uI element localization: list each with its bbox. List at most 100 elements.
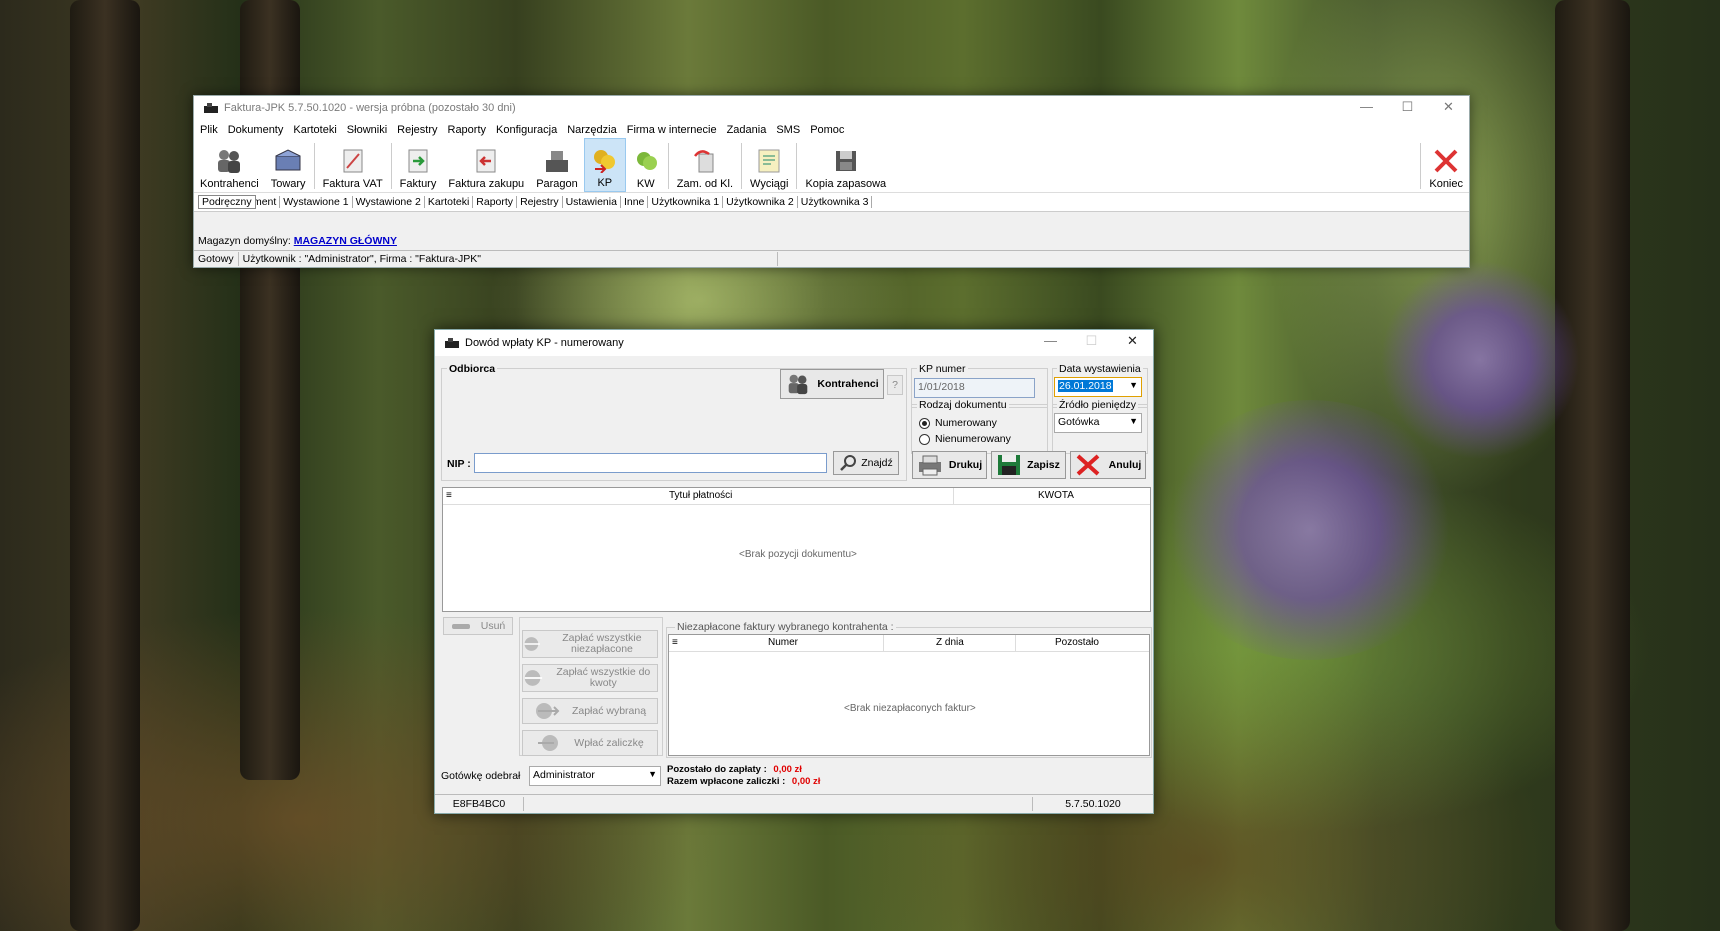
kw-toolbar-button[interactable]: KW: [626, 140, 666, 192]
menu-dokumenty[interactable]: Dokumenty: [228, 124, 284, 136]
col-pozostalo[interactable]: Pozostało: [1055, 637, 1099, 648]
box-icon: [275, 149, 301, 171]
tab-uzytkownika-2[interactable]: Użytkownika 2: [723, 196, 798, 208]
zamowienia-toolbar-button[interactable]: Zam. od Kl.: [671, 140, 739, 192]
kp-toolbar-button[interactable]: KP: [583, 138, 626, 192]
minimize-button[interactable]: —: [1346, 96, 1387, 120]
menu-plik[interactable]: Plik: [200, 124, 218, 136]
razem-value: 0,00 zł: [791, 776, 821, 787]
kontrahenci-toolbar-button[interactable]: Kontrahenci: [194, 140, 265, 192]
euro-arrow-icon: [524, 637, 540, 651]
dialog-maximize-button[interactable]: ☐: [1071, 330, 1112, 354]
order-icon: [693, 150, 714, 173]
radio-nienumerowany[interactable]: Nienumerowany: [919, 433, 1011, 445]
tab-podreczny[interactable]: Podręczny: [198, 195, 256, 209]
col-tytul[interactable]: Tytuł płatności: [669, 490, 732, 501]
close-button[interactable]: ✕: [1428, 96, 1469, 120]
items-grid[interactable]: ≡ Tytuł płatności KWOTA <Brak pozycji do…: [442, 487, 1151, 612]
kp-numer-input[interactable]: 1/01/2018: [914, 378, 1035, 398]
dialog-titlebar: Dowód wpłaty KP - numerowany — ☐ ✕: [435, 330, 1153, 356]
wyciagi-toolbar-button[interactable]: Wyciągi: [744, 140, 794, 192]
tab-inne[interactable]: Inne: [621, 196, 649, 208]
paragon-toolbar-button[interactable]: Paragon: [530, 140, 584, 192]
menu-raporty[interactable]: Raporty: [448, 124, 487, 136]
razem-label: Razem wpłacone zaliczki :: [667, 776, 786, 787]
toolbar-separator: [390, 143, 392, 189]
anuluj-button[interactable]: Anuluj: [1070, 451, 1146, 479]
tab-kartoteki[interactable]: Kartoteki: [425, 196, 474, 208]
tab-raporty[interactable]: Raporty: [473, 196, 518, 208]
tab-rejestry[interactable]: Rejestry: [517, 196, 563, 208]
kontrahenci-button[interactable]: Kontrahenci: [780, 369, 884, 399]
maximize-button[interactable]: ☐: [1387, 96, 1428, 120]
main-status-bar: Gotowy Użytkownik : "Administrator", Fir…: [194, 250, 1469, 267]
col-numer[interactable]: Numer: [768, 637, 798, 648]
main-window: Faktura-JPK 5.7.50.1020 - wersja próbna …: [193, 95, 1470, 268]
kopia-toolbar-button[interactable]: Kopia zapasowa: [799, 140, 892, 192]
menu-pomoc[interactable]: Pomoc: [810, 124, 844, 136]
znajdz-button[interactable]: Znajdź: [833, 451, 899, 475]
pozostalo-value: 0,00 zł: [773, 764, 802, 775]
zaplac-do-kwoty-button[interactable]: Zapłać wszystkie do kwoty: [522, 664, 658, 692]
menu-firma[interactable]: Firma w internecie: [627, 124, 717, 136]
chevron-down-icon: ▼: [1129, 416, 1138, 426]
unpaid-grid[interactable]: ≡ Numer Z dnia Pozostało <Brak niezapłac…: [668, 634, 1150, 756]
dialog-status-bar: E8FB4BC0 5.7.50.1020: [435, 794, 1153, 813]
faktura-vat-toolbar-button[interactable]: Faktura VAT: [317, 140, 389, 192]
purchase-invoice-icon: [476, 149, 496, 173]
toolbar-separator: [741, 143, 743, 189]
warehouse-link[interactable]: MAGAZYN GŁÓWNY: [294, 235, 397, 247]
tab-uzytkownika-1[interactable]: Użytkownika 1: [648, 196, 724, 208]
usun-button[interactable]: Usuń: [443, 617, 513, 635]
kp-money-in-icon: [593, 150, 615, 173]
menu-rejestry[interactable]: Rejestry: [397, 124, 437, 136]
faktura-zakupu-toolbar-button[interactable]: Faktura zakupu: [442, 140, 530, 192]
items-empty-text: <Brak pozycji dokumentu>: [739, 549, 857, 560]
data-picker[interactable]: 26.01.2018 ▼: [1054, 377, 1142, 397]
zaplac-wybrana-button[interactable]: Zapłać wybraną: [522, 698, 658, 724]
menu-narzedzia[interactable]: Narzędzia: [567, 124, 617, 136]
kp-dialog: Dowód wpłaty KP - numerowany — ☐ ✕ Odbio…: [434, 329, 1154, 814]
radio-numerowany[interactable]: Numerowany: [919, 417, 997, 429]
help-button[interactable]: ?: [887, 375, 903, 395]
menu-zadania[interactable]: Zadania: [727, 124, 767, 136]
grid-menu-icon[interactable]: ≡: [672, 637, 678, 648]
gotowke-select[interactable]: Administrator ▼: [529, 766, 661, 786]
radio-unchecked-icon: [919, 433, 930, 445]
tab-wystawione-2[interactable]: Wystawione 2: [353, 196, 425, 208]
menu-konfiguracja[interactable]: Konfiguracja: [496, 124, 557, 136]
status-ready: Gotowy: [194, 252, 239, 266]
status-user: Użytkownik : "Administrator", Firma : "F…: [239, 252, 778, 266]
tab-uzytkownika-3[interactable]: Użytkownika 3: [798, 196, 873, 208]
drukuj-button[interactable]: Drukuj: [912, 451, 987, 479]
tab-wystawione-1[interactable]: Wystawione 1: [280, 196, 353, 208]
zrodlo-select[interactable]: Gotówka ▼: [1054, 413, 1142, 433]
grid-menu-icon[interactable]: ≡: [446, 490, 452, 501]
status-empty-panel: [778, 252, 1469, 266]
towary-toolbar-button[interactable]: Towary: [265, 140, 312, 192]
col-z-dnia[interactable]: Z dnia: [936, 637, 964, 648]
dialog-minimize-button[interactable]: —: [1030, 330, 1071, 354]
unpaid-empty-text: <Brak niezapłaconych faktur>: [844, 703, 976, 714]
faktury-toolbar-button[interactable]: Faktury: [394, 140, 443, 192]
dialog-close-button[interactable]: ✕: [1112, 330, 1153, 354]
menu-kartoteki[interactable]: Kartoteki: [293, 124, 336, 136]
col-kwota[interactable]: KWOTA: [1038, 490, 1074, 501]
toolbar-separator: [1420, 143, 1422, 189]
tab-ustawienia[interactable]: Ustawienia: [563, 196, 621, 208]
rodzaj-label: Rodzaj dokumentu: [917, 399, 1009, 411]
wplac-zaliczke-button[interactable]: Wpłać zaliczkę: [522, 730, 658, 756]
nip-label: NIP :: [447, 458, 471, 470]
toolbar-separator: [313, 143, 315, 189]
zaplac-niezaplacone-button[interactable]: Zapłać wszystkie niezapłacone: [522, 630, 658, 658]
menu-slowniki[interactable]: Słowniki: [347, 124, 387, 136]
main-toolbar: Kontrahenci Towary Faktura VAT Faktury F…: [194, 138, 1469, 193]
menu-sms[interactable]: SMS: [776, 124, 800, 136]
gotowke-label: Gotówkę odebrał: [441, 770, 521, 782]
zapisz-button[interactable]: Zapisz: [991, 451, 1066, 479]
warehouse-label: Magazyn domyślny:: [198, 235, 291, 247]
nip-input[interactable]: [474, 453, 827, 473]
koniec-toolbar-button[interactable]: Koniec: [1423, 140, 1469, 192]
cash-register-icon: [545, 151, 568, 172]
background-flowers: [1380, 260, 1580, 460]
